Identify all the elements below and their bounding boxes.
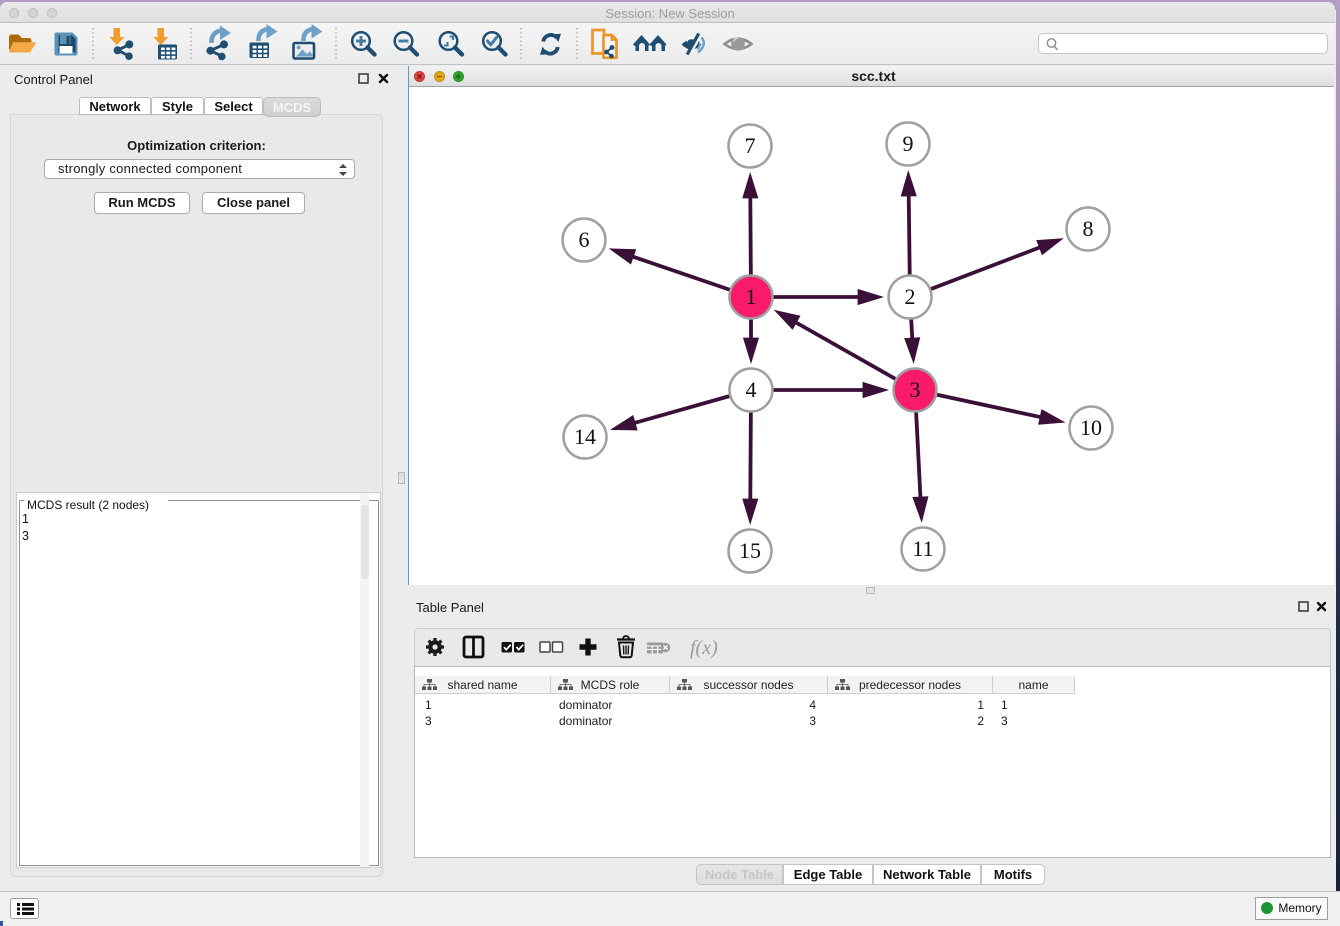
svg-text:11: 11 (912, 536, 933, 561)
svg-text:6: 6 (579, 227, 590, 252)
svg-text:2: 2 (905, 284, 916, 309)
svg-text:8: 8 (1083, 216, 1094, 241)
svg-text:7: 7 (745, 133, 756, 158)
svg-text:10: 10 (1080, 415, 1102, 440)
svg-text:1: 1 (746, 284, 757, 309)
svg-text:4: 4 (746, 377, 757, 402)
svg-text:14: 14 (574, 424, 596, 449)
svg-text:15: 15 (739, 538, 761, 563)
svg-text:9: 9 (903, 131, 914, 156)
svg-text:f(x): f(x) (690, 637, 718, 659)
svg-text:3: 3 (910, 377, 921, 402)
